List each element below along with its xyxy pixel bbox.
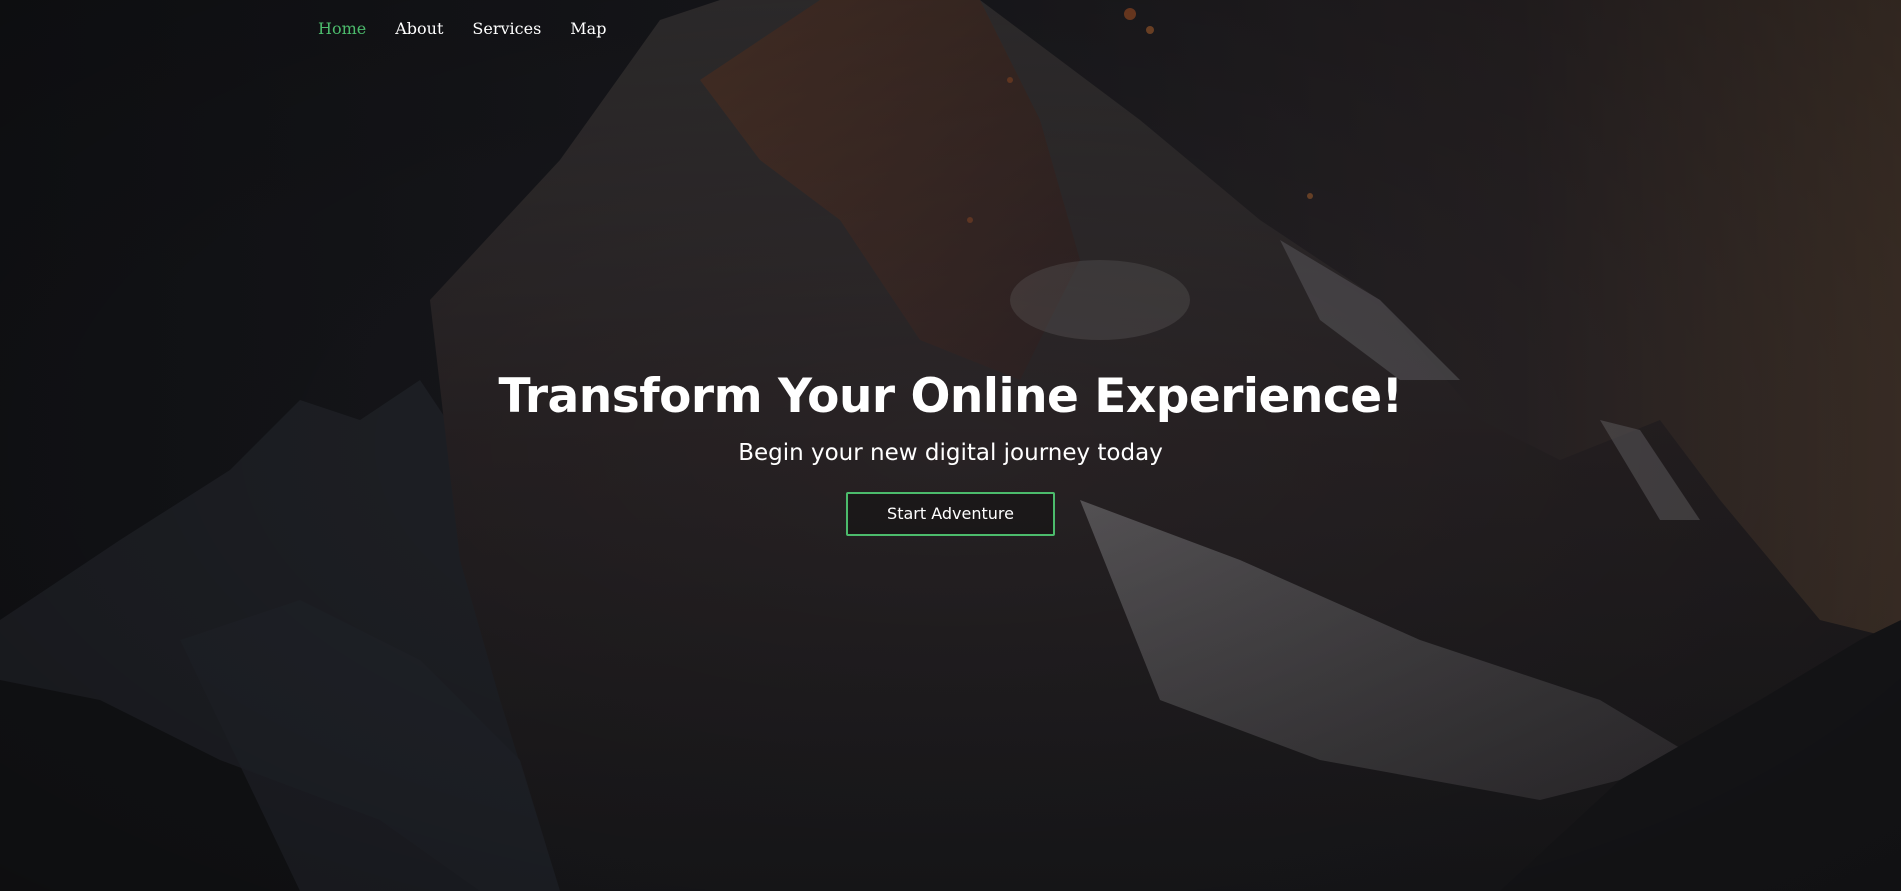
hero-subtitle: Begin your new digital journey today [738, 440, 1163, 466]
nav-link-home[interactable]: Home [318, 18, 366, 40]
nav-link-services[interactable]: Services [472, 18, 541, 40]
start-adventure-button[interactable]: Start Adventure [846, 492, 1055, 536]
hero-content: Transform Your Online Experience! Begin … [0, 368, 1901, 536]
nav-link-about[interactable]: About [395, 18, 443, 40]
hero-title: Transform Your Online Experience! [498, 369, 1403, 424]
hero-section: Home About Services Map Transform Your O… [0, 0, 1901, 891]
nav-link-map[interactable]: Map [570, 18, 606, 40]
main-nav: Home About Services Map [318, 18, 635, 40]
